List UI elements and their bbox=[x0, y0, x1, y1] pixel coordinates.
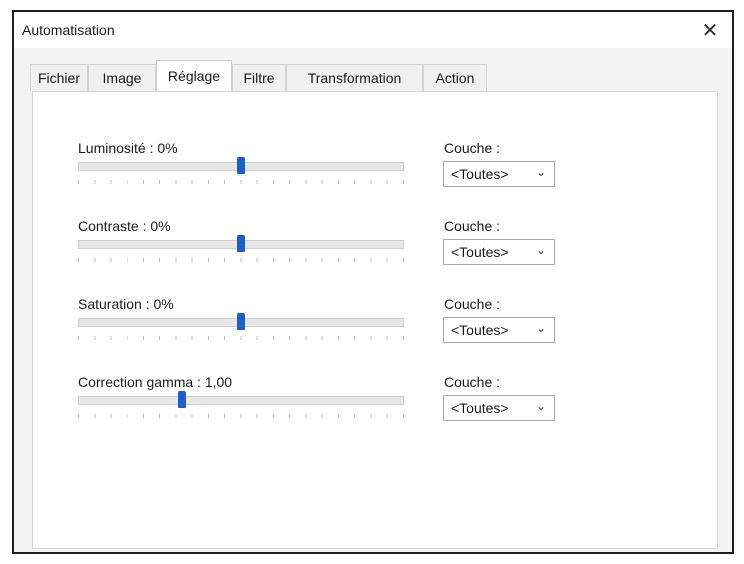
gamma-layer-value: <Toutes> bbox=[451, 400, 509, 416]
tab-label: Action bbox=[435, 70, 475, 86]
saturation-layer-value: <Toutes> bbox=[451, 322, 509, 338]
close-button[interactable]: ✕ bbox=[688, 12, 732, 48]
tab-reglage[interactable]: Réglage bbox=[156, 60, 232, 91]
saturation-slider-thumb[interactable] bbox=[237, 313, 245, 330]
contrast-slider-ticks bbox=[78, 258, 404, 262]
tab-label: Filtre bbox=[243, 70, 275, 86]
gamma-label: Correction gamma : 1,00 bbox=[78, 374, 233, 390]
brightness-row: Luminosité : 0% Couche : <Toutes> ⌄ bbox=[33, 140, 717, 210]
tab-filtre[interactable]: Filtre bbox=[232, 64, 286, 91]
contrast-row: Contraste : 0% Couche : <Toutes> ⌄ bbox=[33, 218, 717, 288]
close-icon: ✕ bbox=[701, 19, 719, 42]
chevron-down-icon: ⌄ bbox=[535, 165, 546, 179]
contrast-layer-value: <Toutes> bbox=[451, 244, 509, 260]
tab-label: Fichier bbox=[37, 70, 80, 86]
tab-label: Réglage bbox=[167, 68, 221, 84]
reglage-panel: Luminosité : 0% Couche : <Toutes> ⌄ Cont… bbox=[32, 91, 718, 549]
automation-dialog: Automatisation ✕ Fichier Image Réglage F… bbox=[12, 10, 734, 554]
gamma-layer-label: Couche : bbox=[444, 374, 501, 390]
saturation-label: Saturation : 0% bbox=[78, 296, 174, 312]
gamma-slider-track[interactable] bbox=[78, 396, 404, 405]
brightness-label: Luminosité : 0% bbox=[78, 140, 178, 156]
contrast-slider-thumb[interactable] bbox=[237, 235, 245, 252]
title-bar: Automatisation ✕ bbox=[14, 12, 732, 48]
gamma-layer-select[interactable]: <Toutes> ⌄ bbox=[443, 395, 555, 421]
tab-image[interactable]: Image bbox=[88, 64, 156, 91]
tab-fichier[interactable]: Fichier bbox=[30, 64, 88, 91]
brightness-layer-value: <Toutes> bbox=[451, 166, 509, 182]
brightness-layer-label: Couche : bbox=[444, 140, 501, 156]
chevron-down-icon: ⌄ bbox=[535, 243, 546, 257]
contrast-layer-select[interactable]: <Toutes> ⌄ bbox=[443, 239, 555, 265]
saturation-slider-ticks bbox=[78, 336, 404, 340]
chevron-down-icon: ⌄ bbox=[535, 399, 546, 413]
gamma-slider-thumb[interactable] bbox=[178, 391, 187, 408]
tab-action[interactable]: Action bbox=[423, 64, 487, 91]
tab-transformation[interactable]: Transformation bbox=[286, 64, 423, 91]
window-title: Automatisation bbox=[22, 22, 115, 38]
contrast-layer-label: Couche : bbox=[444, 218, 501, 234]
saturation-row: Saturation : 0% Couche : <Toutes> ⌄ bbox=[33, 296, 717, 366]
tab-strip: Fichier Image Réglage Filtre Transformat… bbox=[30, 60, 716, 92]
tab-label: Transformation bbox=[307, 70, 402, 86]
gamma-row: Correction gamma : 1,00 Couche : <Toutes… bbox=[33, 374, 717, 444]
chevron-down-icon: ⌄ bbox=[535, 321, 546, 335]
gamma-slider-ticks bbox=[78, 414, 404, 418]
saturation-layer-select[interactable]: <Toutes> ⌄ bbox=[443, 317, 555, 343]
contrast-label: Contraste : 0% bbox=[78, 218, 171, 234]
brightness-slider-thumb[interactable] bbox=[237, 157, 245, 174]
saturation-layer-label: Couche : bbox=[444, 296, 501, 312]
brightness-layer-select[interactable]: <Toutes> ⌄ bbox=[443, 161, 555, 187]
tab-label: Image bbox=[102, 70, 142, 86]
brightness-slider-ticks bbox=[78, 180, 404, 184]
